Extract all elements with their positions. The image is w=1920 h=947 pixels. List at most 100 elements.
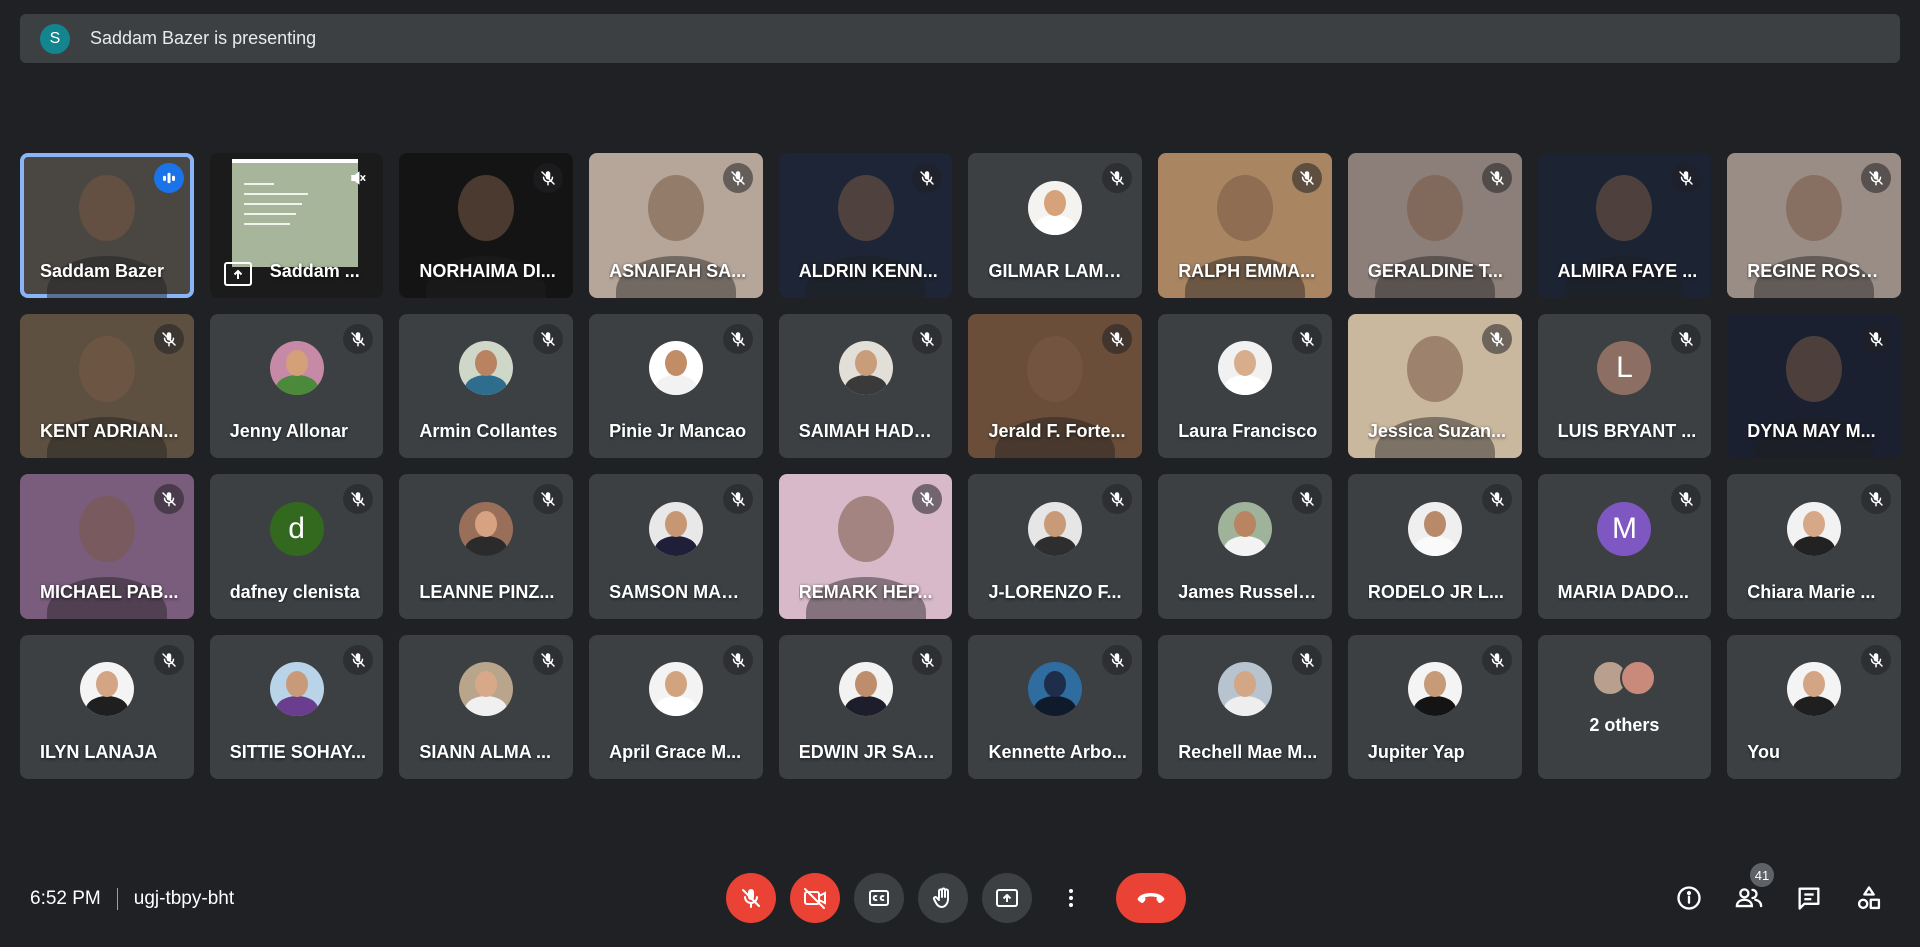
participant-name: MICHAEL PAB... bbox=[40, 581, 179, 602]
meeting-code[interactable]: ugj-tbpy-bht bbox=[134, 888, 234, 910]
avatar-face bbox=[664, 671, 687, 698]
participant-name: Jupiter Yap bbox=[1367, 742, 1465, 762]
participant-tile[interactable]: EDWIN JR SAL... bbox=[778, 634, 953, 779]
participant-tile[interactable]: Saddam ... bbox=[209, 153, 384, 298]
avatar-shoulders bbox=[654, 375, 697, 396]
mic-off-icon bbox=[722, 323, 753, 354]
participant-name: Jessica Suzan... bbox=[1367, 421, 1506, 441]
mic-off-icon bbox=[742, 889, 760, 908]
avatar-shoulders bbox=[1034, 696, 1077, 717]
video-feed-person bbox=[1596, 175, 1653, 241]
participant-tile[interactable]: GILMAR LAME... bbox=[968, 153, 1143, 298]
participant-name: RALPH EMMA... bbox=[1178, 260, 1316, 281]
meeting-time: 6:52 PM bbox=[30, 888, 101, 909]
participant-tile[interactable]: RODELO JR L... bbox=[1347, 474, 1522, 619]
participant-tile[interactable]: L LUIS BRYANT ... bbox=[1537, 313, 1712, 458]
participant-tile[interactable]: REGINE ROSE ... bbox=[1727, 153, 1901, 298]
profile-avatar bbox=[838, 341, 893, 396]
participant-tile[interactable]: M MARIA DADO... bbox=[1537, 474, 1712, 619]
mic-off-icon bbox=[1291, 163, 1322, 193]
participant-tile[interactable]: DYNA MAY M... bbox=[1727, 313, 1901, 458]
mic-off-icon bbox=[1291, 644, 1322, 675]
participant-tile[interactable]: LEANNE PINZ... bbox=[399, 474, 574, 619]
participant-tile[interactable]: Jessica Suzan... bbox=[1347, 313, 1522, 458]
participant-tile[interactable]: SAIMAH HADJ... bbox=[778, 313, 953, 458]
mic-toggle-button[interactable] bbox=[726, 873, 776, 923]
camera-toggle-button[interactable] bbox=[790, 873, 840, 923]
participant-tile[interactable]: Chiara Marie ... bbox=[1727, 474, 1901, 619]
participant-name: dafney clenista bbox=[229, 581, 360, 602]
participant-tile[interactable]: KENT ADRIAN... bbox=[20, 313, 194, 458]
presentation-slide bbox=[231, 159, 358, 267]
participant-name: RODELO JR L... bbox=[1367, 581, 1504, 602]
more-options-button[interactable] bbox=[1046, 873, 1096, 923]
avatar-shoulders bbox=[1034, 214, 1077, 235]
participant-name: You bbox=[1747, 742, 1780, 762]
present-now-button[interactable] bbox=[982, 873, 1032, 923]
mic-off-icon bbox=[1102, 484, 1133, 514]
avatar-shoulders bbox=[1793, 696, 1836, 717]
video-feed-person bbox=[837, 496, 894, 562]
participant-tile[interactable]: 2 others bbox=[1537, 634, 1712, 779]
participant-tile[interactable]: Armin Collantes bbox=[399, 313, 574, 458]
avatar-face bbox=[664, 350, 687, 377]
participant-name: MARIA DADO... bbox=[1557, 581, 1689, 602]
captions-button[interactable] bbox=[854, 873, 904, 923]
participant-tile[interactable]: ILYN LANAJA bbox=[20, 634, 194, 779]
participant-tile[interactable]: Laura Francisco bbox=[1158, 313, 1332, 458]
participant-tile[interactable]: Jerald F. Forte... bbox=[968, 313, 1143, 458]
participant-tile[interactable]: NORHAIMA DI... bbox=[399, 153, 574, 298]
divider bbox=[116, 888, 118, 910]
avatar-face bbox=[1044, 671, 1067, 698]
raise-hand-button[interactable] bbox=[918, 873, 968, 923]
participant-tile[interactable]: SIANN ALMA ... bbox=[399, 634, 574, 779]
activities-button[interactable] bbox=[1848, 877, 1890, 919]
participant-tile[interactable]: Saddam Bazer bbox=[20, 153, 194, 298]
participant-tile[interactable]: Jenny Allonar bbox=[209, 313, 384, 458]
mic-off-icon bbox=[153, 484, 184, 514]
participant-name: DYNA MAY M... bbox=[1747, 421, 1876, 441]
participant-name: Laura Francisco bbox=[1178, 421, 1318, 441]
participant-tile[interactable]: SAMSON MAN... bbox=[589, 474, 763, 619]
participant-tile[interactable]: Kennette Arbo... bbox=[968, 634, 1143, 779]
avatar-face bbox=[854, 350, 877, 377]
video-feed-person bbox=[1786, 175, 1843, 241]
participant-tile[interactable]: J-LORENZO F... bbox=[968, 474, 1143, 619]
avatar-face bbox=[1234, 510, 1257, 537]
mic-off-icon bbox=[153, 644, 184, 675]
people-button[interactable]: 41 bbox=[1728, 863, 1774, 919]
participant-tile[interactable]: You bbox=[1727, 634, 1901, 779]
profile-avatar bbox=[648, 501, 703, 556]
meeting-details-button[interactable] bbox=[1668, 877, 1710, 919]
participant-name: Kennette Arbo... bbox=[988, 742, 1127, 762]
profile-avatar bbox=[1787, 662, 1842, 717]
mic-off-icon bbox=[1671, 484, 1702, 514]
participant-tile[interactable]: James Russel ... bbox=[1158, 474, 1332, 619]
participant-tile[interactable]: ALMIRA FAYE ... bbox=[1537, 153, 1712, 298]
profile-avatar bbox=[838, 662, 893, 717]
avatar-face bbox=[1423, 510, 1446, 537]
mic-off-icon bbox=[912, 163, 943, 193]
participant-tile[interactable]: REMARK HEP... bbox=[778, 474, 953, 619]
participant-name: SIANN ALMA ... bbox=[419, 742, 552, 762]
present-screen-icon bbox=[996, 889, 1018, 907]
participant-name: Jerald F. Forte... bbox=[988, 421, 1126, 441]
chat-button[interactable] bbox=[1788, 877, 1830, 919]
participant-tile[interactable]: Jupiter Yap bbox=[1347, 634, 1522, 779]
profile-avatar bbox=[1218, 662, 1273, 717]
participant-tile[interactable]: ASNAIFAH SA... bbox=[589, 153, 763, 298]
participant-tile[interactable]: Pinie Jr Mancao bbox=[589, 313, 763, 458]
participant-tile[interactable]: GERALDINE T... bbox=[1347, 153, 1522, 298]
participant-tile[interactable]: SITTIE SOHAY... bbox=[209, 634, 384, 779]
leave-call-button[interactable] bbox=[1116, 873, 1186, 923]
people-count-badge: 41 bbox=[1750, 863, 1774, 887]
participant-tile[interactable]: MICHAEL PAB... bbox=[20, 474, 194, 619]
participant-tile[interactable]: Rechell Mae M... bbox=[1158, 634, 1332, 779]
presenter-avatar: S bbox=[40, 23, 70, 54]
participant-tile[interactable]: d dafney clenista bbox=[209, 474, 384, 619]
participant-tile[interactable]: April Grace M... bbox=[589, 634, 763, 779]
participant-tile[interactable]: RALPH EMMA... bbox=[1158, 153, 1332, 298]
participant-tile[interactable]: ALDRIN KENN... bbox=[778, 153, 953, 298]
speaking-indicator-icon bbox=[153, 163, 184, 193]
participant-name: Pinie Jr Mancao bbox=[609, 421, 747, 441]
